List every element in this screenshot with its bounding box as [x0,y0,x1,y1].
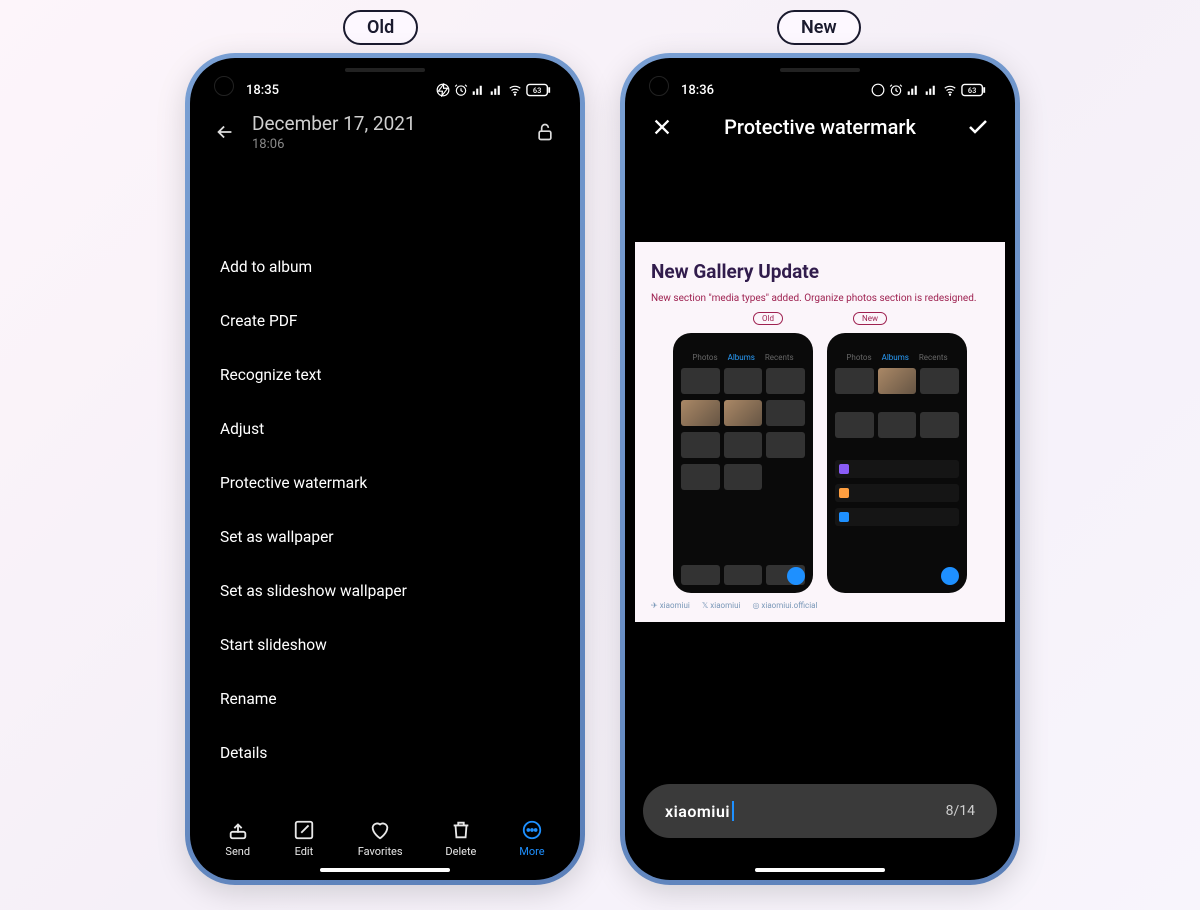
camera-hole [214,76,234,96]
signal-icon [472,83,486,97]
page-title: Protective watermark [724,115,916,139]
signal-icon [907,83,921,97]
battery-icon: 63 [961,83,987,97]
bottom-more[interactable]: More [519,819,544,858]
speaker-slot [345,68,425,72]
wifi-icon [943,83,957,97]
bottom-edit-label: Edit [295,845,314,858]
camera-hole [649,76,669,96]
menu-add-to-album[interactable]: Add to album [220,244,550,290]
bottom-favorites-label: Favorites [358,845,403,858]
svg-text:63: 63 [968,86,976,95]
label-new: New [777,10,861,45]
status-time: 18:36 [681,83,714,98]
battery-icon: 63 [526,83,552,97]
bottom-bar: Send Edit Favorites Delete More [190,819,580,858]
watermark-text: xiaomiui [665,802,730,821]
close-icon [651,116,673,138]
bottom-send-label: Send [225,845,250,858]
edit-icon [293,819,315,841]
watermark-header: Protective watermark [625,114,1015,140]
text-cursor [732,801,734,821]
status-bar: 18:36 63 [625,78,1015,102]
menu-recognize-text[interactable]: Recognize text [220,352,550,398]
check-icon [966,115,990,139]
bottom-send[interactable]: Send [225,819,250,858]
bottom-delete[interactable]: Delete [445,819,476,858]
watermark-char-count: 8/14 [946,803,975,819]
speaker-slot [780,68,860,72]
page-title-date: December 17, 2021 [252,112,518,135]
trash-icon [450,819,472,841]
heart-icon [369,819,391,841]
alarm-icon [889,83,903,97]
label-old: Old [343,10,418,45]
dnd-icon [871,83,885,97]
menu-set-wallpaper[interactable]: Set as wallpaper [220,514,550,560]
bottom-edit[interactable]: Edit [293,819,315,858]
bottom-favorites[interactable]: Favorites [358,819,403,858]
svg-text:63: 63 [533,86,541,95]
back-button[interactable] [212,119,238,145]
lock-open-icon [535,122,555,142]
menu-create-pdf[interactable]: Create PDF [220,298,550,344]
more-icon [521,819,543,841]
preview-label-new: New [853,312,887,325]
watermark-input[interactable]: xiaomiui 8/14 [643,784,997,838]
menu-adjust[interactable]: Adjust [220,406,550,452]
home-indicator[interactable] [320,868,450,872]
phone-old: 18:35 63 December 17, 2021 18:06 [185,53,585,885]
preview-socials: ✈ xiaomiui 𝕏 xiaomiui ◎ xiaomiui.officia… [651,601,989,610]
signal2-icon [490,83,504,97]
menu-details[interactable]: Details [220,730,550,776]
page-title-time: 18:06 [252,137,518,152]
confirm-button[interactable] [965,114,991,140]
mini-phone-new: PhotosAlbumsRecents [827,333,967,593]
close-button[interactable] [649,114,675,140]
bottom-delete-label: Delete [445,845,476,858]
status-time: 18:35 [246,83,279,98]
alarm-icon [454,83,468,97]
preview-title: New Gallery Update [651,260,989,283]
home-indicator[interactable] [755,868,885,872]
status-icons: 63 [436,83,552,97]
preview-subtitle: New section "media types" added. Organiz… [651,293,989,304]
mini-phone-old: PhotosAlbumsRecents [673,333,813,593]
menu-set-slideshow-wallpaper[interactable]: Set as slideshow wallpaper [220,568,550,614]
menu-protective-watermark[interactable]: Protective watermark [220,460,550,506]
status-bar: 18:35 63 [190,78,580,102]
lock-button[interactable] [532,119,558,145]
preview-label-old: Old [753,312,783,325]
phone-new: 18:36 63 Protective watermark New Galler… [620,53,1020,885]
share-icon [227,819,249,841]
menu-start-slideshow[interactable]: Start slideshow [220,622,550,668]
menu-rename[interactable]: Rename [220,676,550,722]
arrow-left-icon [214,121,236,143]
wifi-icon [508,83,522,97]
dnd-icon [436,83,450,97]
signal2-icon [925,83,939,97]
status-icons: 63 [871,83,987,97]
more-menu: Add to album Create PDF Recognize text A… [220,244,550,780]
photo-preview[interactable]: New Gallery Update New section "media ty… [635,242,1005,622]
bottom-more-label: More [519,845,544,858]
